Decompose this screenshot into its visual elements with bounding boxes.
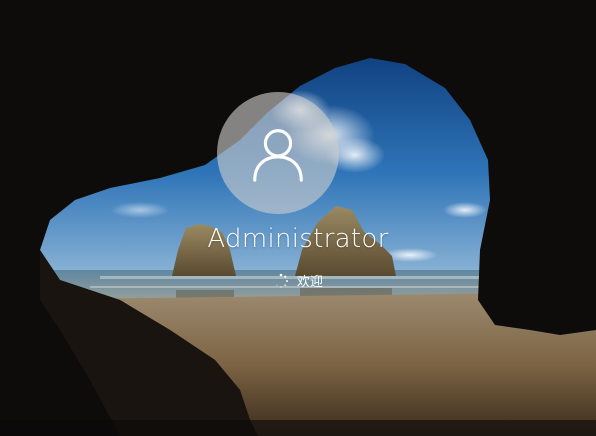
status-text: 欢迎	[296, 275, 323, 290]
loading-spinner-icon	[275, 273, 289, 288]
user-silhouette-icon	[253, 129, 303, 182]
lock-screen-wallpaper	[0, 0, 596, 436]
signin-status: 欢迎	[0, 271, 596, 290]
user-avatar[interactable]	[217, 92, 339, 214]
username-label: Administrator	[207, 224, 389, 254]
